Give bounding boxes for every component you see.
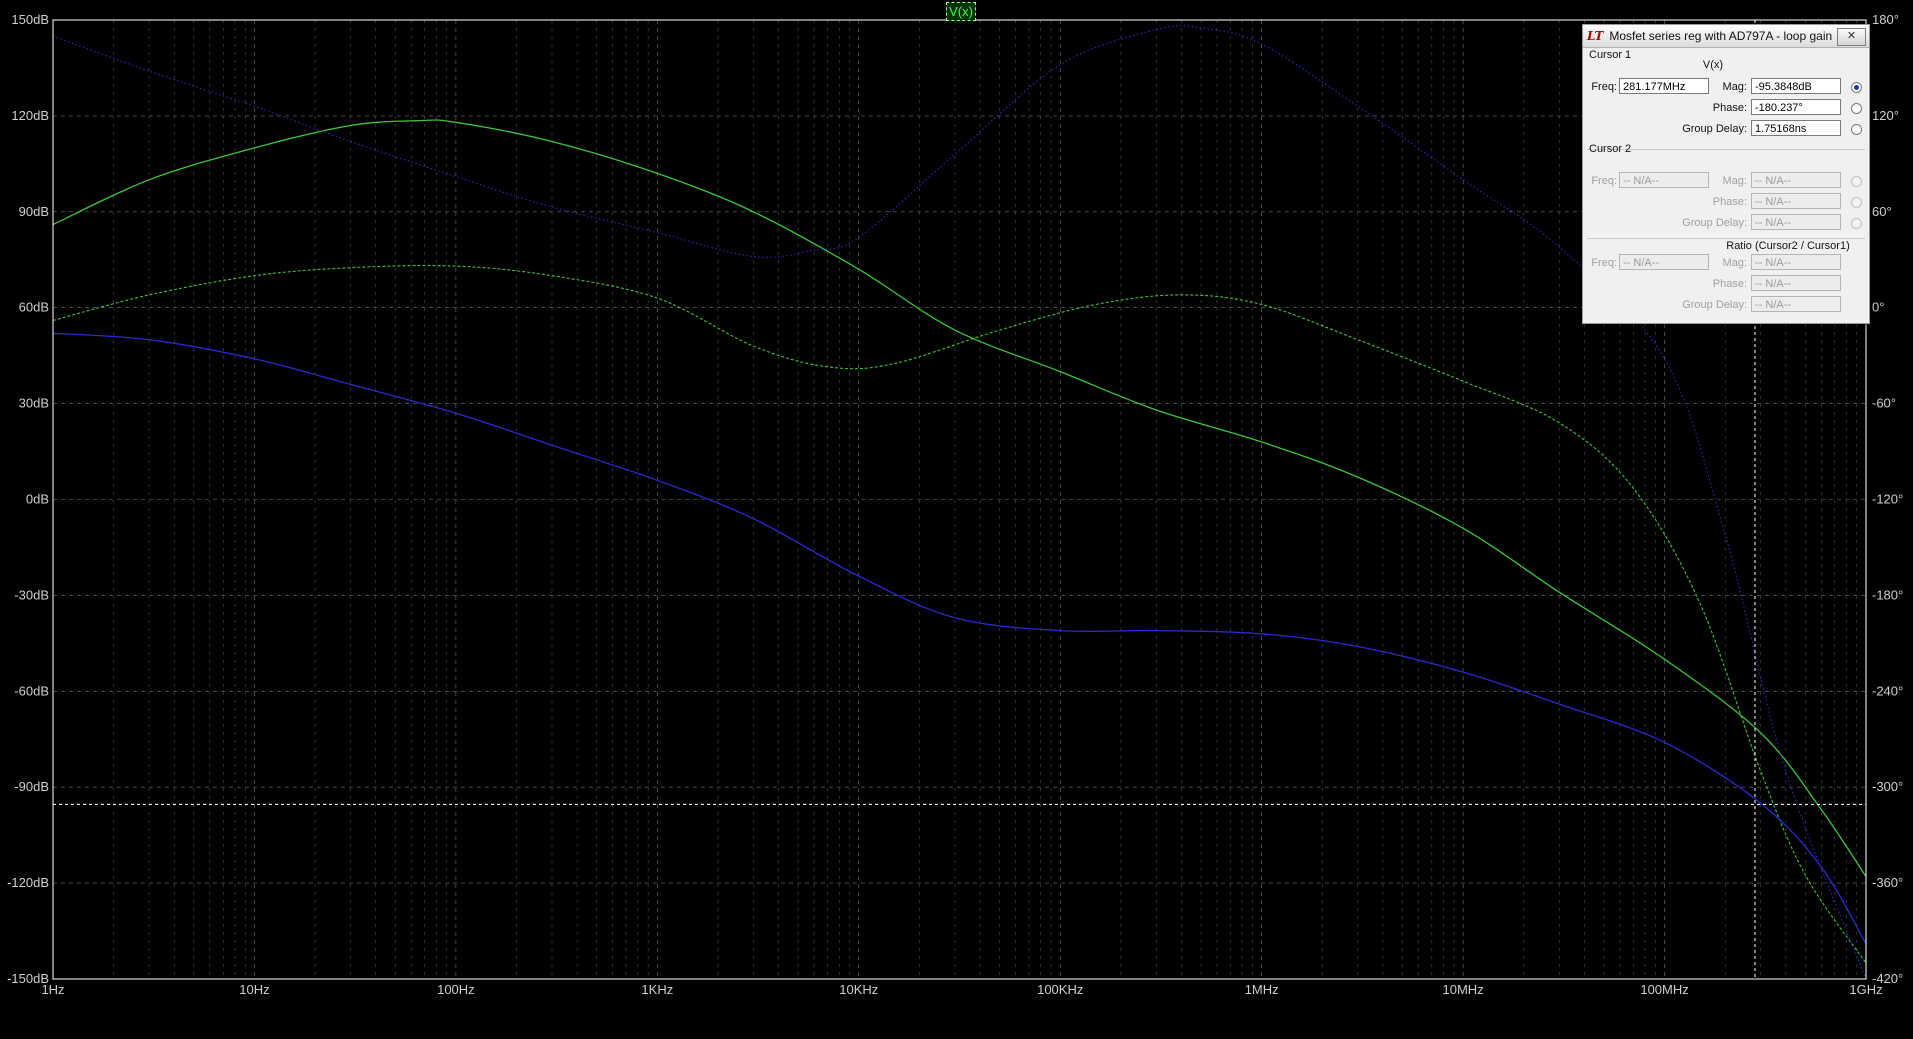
x-tick-label: 100KHz bbox=[1037, 982, 1083, 997]
y-right-tick-label: 180° bbox=[1872, 12, 1899, 27]
cursor2-freq-field: -- N/A-- bbox=[1619, 172, 1709, 188]
cursor2-mag-radio bbox=[1851, 176, 1862, 187]
cursor-dialog[interactable]: LT Mosfet series reg with AD797A - loop … bbox=[1582, 24, 1870, 324]
cursor1-mag-label: Mag: bbox=[1722, 81, 1747, 93]
y-left-tick-label: -60dB bbox=[14, 683, 49, 698]
cursor2-group-delay-field: -- N/A-- bbox=[1751, 214, 1841, 230]
cursor2-group-delay-label: Group Delay: bbox=[1682, 217, 1747, 229]
cursor1-mag-radio[interactable] bbox=[1851, 82, 1862, 93]
y-right-tick-label: -180° bbox=[1872, 587, 1903, 602]
cursor2-freq-label: Freq: bbox=[1591, 175, 1617, 187]
ratio-header: Ratio (Cursor2 / Cursor1) bbox=[1726, 240, 1850, 252]
y-right-tick-label: -120° bbox=[1872, 492, 1903, 507]
ltspice-logo-icon: LT bbox=[1587, 29, 1604, 43]
cursor1-phase-radio[interactable] bbox=[1851, 103, 1862, 114]
cursor1-freq-label: Freq: bbox=[1591, 81, 1617, 93]
y-right-tick-label: -240° bbox=[1872, 683, 1903, 698]
y-right-tick-label: -300° bbox=[1872, 779, 1903, 794]
y-left-tick-label: -150dB bbox=[7, 971, 49, 986]
y-right-tick-label: 60° bbox=[1872, 204, 1892, 219]
y-left-tick-label: 90dB bbox=[19, 204, 49, 219]
x-tick-label: 10KHz bbox=[839, 982, 878, 997]
cursor1-trace-name: V(x) bbox=[1702, 59, 1724, 71]
cursor1-group-delay-radio[interactable] bbox=[1851, 124, 1862, 135]
x-tick-label: 1MHz bbox=[1245, 982, 1279, 997]
ratio-group-delay-label: Group Delay: bbox=[1682, 299, 1747, 311]
y-right-tick-label: -60° bbox=[1872, 396, 1896, 411]
x-tick-label: 100MHz bbox=[1640, 982, 1688, 997]
cursor2-phase-label: Phase: bbox=[1712, 196, 1747, 208]
y-left-tick-label: 30dB bbox=[19, 396, 49, 411]
y-left-tick-label: -120dB bbox=[7, 875, 49, 890]
cursor2-mag-field: -- N/A-- bbox=[1751, 172, 1841, 188]
cursor2-header: Cursor 2 bbox=[1589, 143, 1632, 155]
cursor1-phase-field[interactable]: -180.237° bbox=[1751, 99, 1841, 115]
cursor2-group-delay-radio bbox=[1851, 218, 1862, 229]
ratio-mag-label: Mag: bbox=[1722, 257, 1747, 269]
y-left-tick-label: -30dB bbox=[14, 587, 49, 602]
ratio-phase-label: Phase: bbox=[1712, 278, 1747, 290]
ratio-group-delay-field: -- N/A-- bbox=[1751, 296, 1841, 312]
y-right-tick-label: 120° bbox=[1872, 108, 1899, 123]
x-tick-label: 10Hz bbox=[239, 982, 269, 997]
y-left-tick-label: -90dB bbox=[14, 779, 49, 794]
ratio-divider bbox=[1587, 238, 1865, 239]
y-left-tick-label: 150dB bbox=[11, 12, 49, 27]
cursor1-group-delay-label: Group Delay: bbox=[1682, 123, 1747, 135]
x-tick-label: 1KHz bbox=[641, 982, 673, 997]
cursor2-phase-radio bbox=[1851, 197, 1862, 208]
cursor1-mag-field[interactable]: -95.3848dB bbox=[1751, 78, 1841, 94]
cursor2-mag-label: Mag: bbox=[1722, 175, 1747, 187]
x-tick-label: 10MHz bbox=[1443, 982, 1484, 997]
trace-label-vx[interactable]: V(x) bbox=[946, 2, 976, 21]
ratio-freq-label: Freq: bbox=[1591, 257, 1617, 269]
cursor1-freq-field[interactable]: 281.177MHz bbox=[1619, 78, 1709, 94]
x-tick-label: 100Hz bbox=[437, 982, 475, 997]
close-button[interactable]: ✕ bbox=[1837, 28, 1866, 46]
ratio-phase-field: -- N/A-- bbox=[1751, 275, 1841, 291]
y-left-tick-label: 120dB bbox=[11, 108, 49, 123]
cursor2-phase-field: -- N/A-- bbox=[1751, 193, 1841, 209]
y-right-tick-label: 0° bbox=[1872, 300, 1884, 315]
y-left-tick-label: 60dB bbox=[19, 300, 49, 315]
cursor1-group-delay-field[interactable]: 1.75168ns bbox=[1751, 120, 1841, 136]
ratio-mag-field: -- N/A-- bbox=[1751, 254, 1841, 270]
cursor-dialog-titlebar[interactable]: LT Mosfet series reg with AD797A - loop … bbox=[1583, 25, 1869, 48]
y-left-tick-label: 0dB bbox=[26, 492, 49, 507]
cursor1-header: Cursor 1 bbox=[1589, 49, 1632, 61]
ratio-freq-field: -- N/A-- bbox=[1619, 254, 1709, 270]
cursor1-phase-label: Phase: bbox=[1712, 102, 1747, 114]
cursor-dialog-title: Mosfet series reg with AD797A - loop gai… bbox=[1609, 29, 1833, 43]
y-right-tick-label: -360° bbox=[1872, 875, 1903, 890]
y-right-tick-label: -420° bbox=[1872, 971, 1903, 986]
